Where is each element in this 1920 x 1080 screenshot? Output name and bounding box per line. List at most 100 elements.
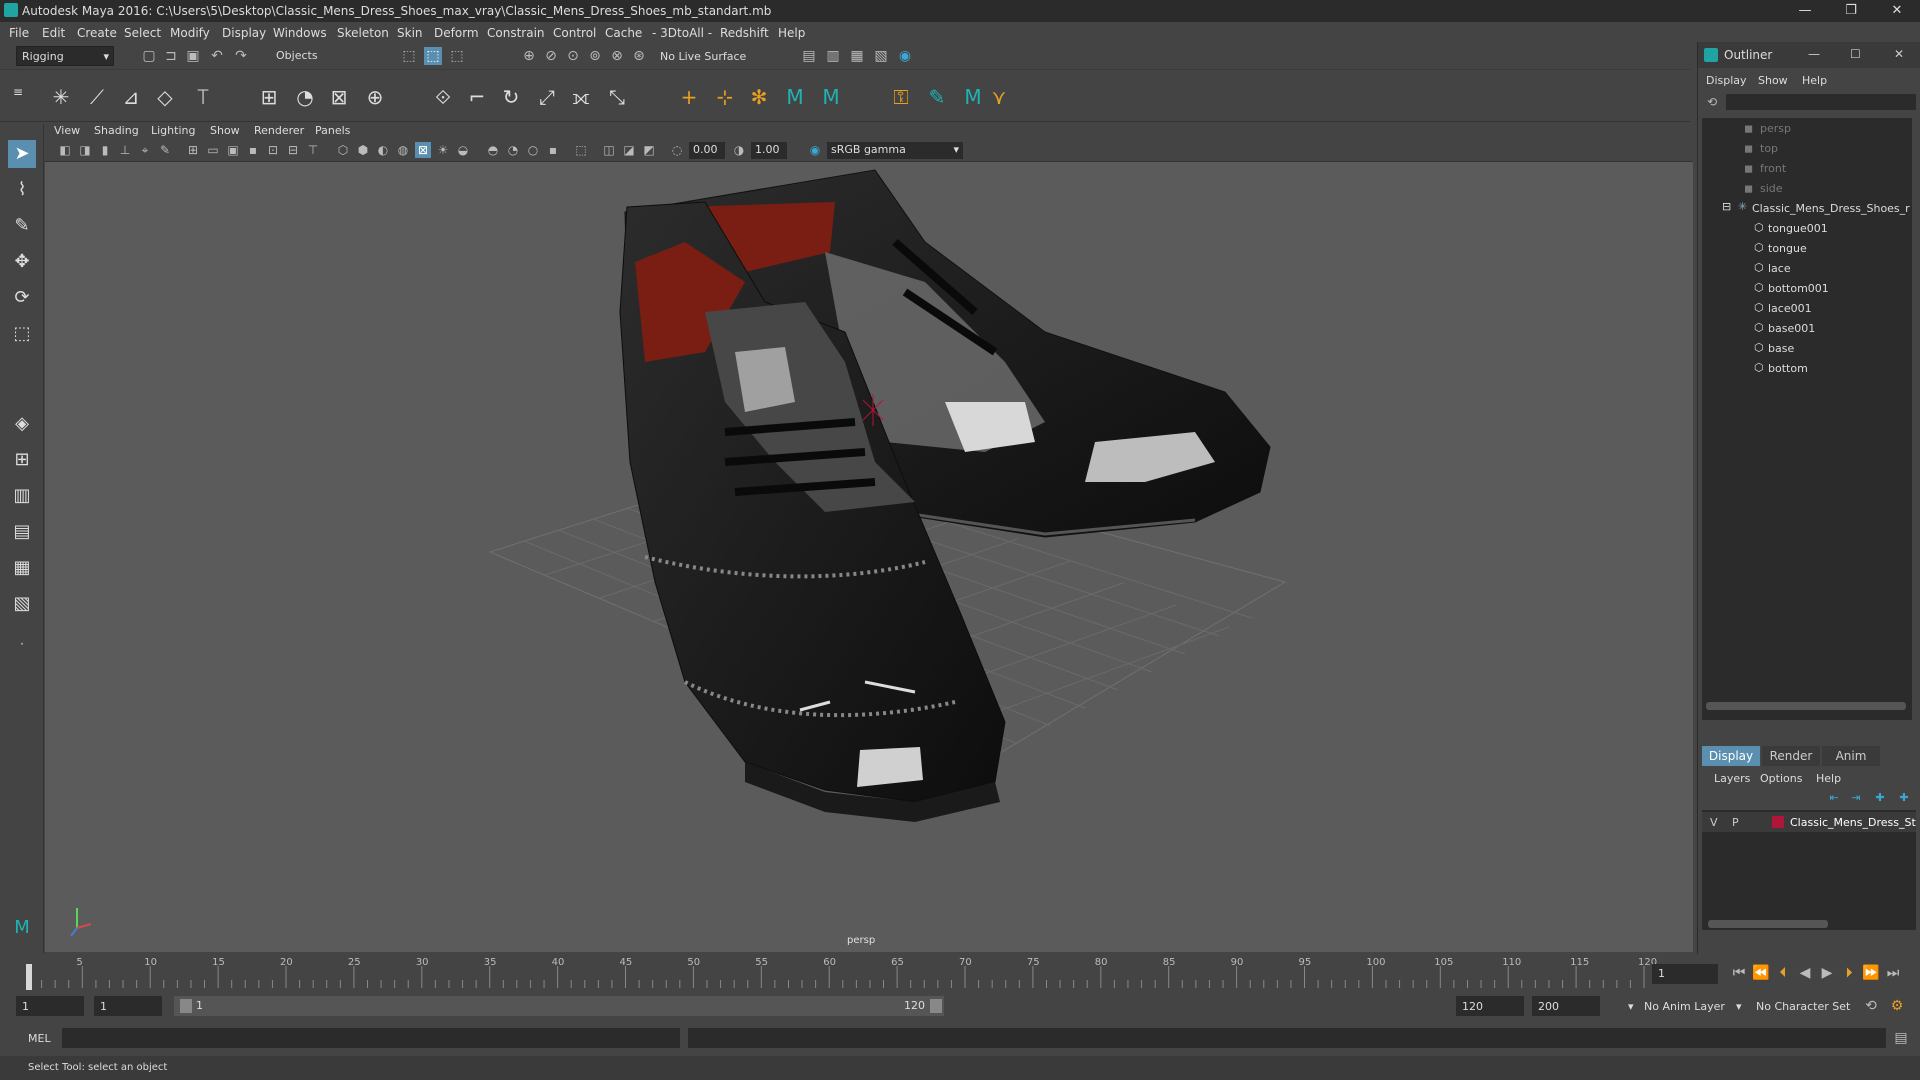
color-space-dropdown[interactable]: sRGB gamma ▾ — [827, 142, 963, 159]
exposure-icon[interactable]: ◌ — [669, 142, 685, 158]
step-forward-key-icon[interactable]: ⏩ — [1862, 964, 1880, 982]
menuset-dropdown[interactable]: Rigging ▾ — [16, 46, 114, 66]
layer-color-swatch[interactable] — [1772, 816, 1784, 828]
exposure-field[interactable]: 0.00 — [689, 142, 725, 159]
resolution-gate-icon[interactable]: ▣ — [225, 142, 241, 158]
snap-surface-icon[interactable]: ⊗ — [608, 47, 626, 65]
outliner-item-top[interactable]: ◼ top — [1702, 138, 1912, 158]
layer-menu-options[interactable]: Options — [1760, 772, 1802, 785]
step-back-frame-icon[interactable]: ⏴ — [1774, 964, 1792, 982]
xray-joints-icon[interactable]: ◪ — [621, 142, 637, 158]
textured-icon[interactable]: ⊠ — [415, 142, 431, 158]
paint-effects-icon[interactable]: ✎ — [924, 84, 950, 110]
current-time-marker[interactable] — [26, 964, 32, 990]
undo-icon[interactable]: ↶ — [208, 47, 226, 65]
save-scene-icon[interactable]: ▣ — [184, 47, 202, 65]
menu-windows[interactable]: Windows — [273, 26, 327, 40]
parent-constraint-icon[interactable]: ⟗ — [568, 84, 594, 110]
menu-3dtoall[interactable]: - 3DtoAll - — [652, 26, 712, 40]
outliner-maximize-button[interactable]: ☐ — [1850, 47, 1861, 61]
layer-playback-toggle[interactable]: P — [1732, 816, 1739, 829]
menu-edit[interactable]: Edit — [42, 26, 65, 40]
film-gate-icon[interactable]: ▭ — [205, 142, 221, 158]
screen-space-ao-icon[interactable]: ◓ — [485, 142, 501, 158]
render-current-frame-icon[interactable]: ▤ — [800, 47, 818, 65]
four-view-layout-icon[interactable]: ⊞ — [8, 446, 36, 474]
set-key-icon[interactable]: ⚿ — [888, 84, 914, 110]
outliner-item-side[interactable]: ◼ side — [1702, 178, 1912, 198]
pole-vector-icon[interactable]: ⤡ — [604, 84, 630, 110]
xray-icon[interactable]: ◫ — [601, 142, 617, 158]
menu-select[interactable]: Select — [124, 26, 161, 40]
snap-curve-icon[interactable]: ⊘ — [542, 47, 560, 65]
menu-modify[interactable]: Modify — [170, 26, 210, 40]
outliner-item-bottom001[interactable]: ⬡ bottom001 — [1702, 278, 1912, 298]
render-globe-icon[interactable]: ◉ — [896, 47, 914, 65]
animation-preferences-icon[interactable]: ⚙ — [1888, 997, 1906, 1015]
snap-grid-icon[interactable]: ⊕ — [520, 47, 538, 65]
selection-mode-dropdown[interactable]: Objects — [276, 49, 376, 62]
move-tool-icon[interactable]: ✥ — [8, 248, 36, 276]
single-perspective-layout-icon[interactable]: ◈ — [8, 410, 36, 438]
field-chart-icon[interactable]: ⊡ — [265, 142, 281, 158]
move-layer-down-icon[interactable]: ⇥ — [1848, 790, 1864, 806]
hypershade-icon[interactable]: ▧ — [872, 47, 890, 65]
select-object-icon[interactable]: ⬚ — [424, 47, 442, 65]
layer-horizontal-scrollbar[interactable] — [1708, 920, 1828, 928]
outliner-item-lace[interactable]: ⬡ lace — [1702, 258, 1912, 278]
persp-outliner-layout-icon[interactable]: ▤ — [8, 518, 36, 546]
new-scene-icon[interactable]: ▢ — [140, 47, 158, 65]
persp-graph-layout-icon[interactable]: ▥ — [8, 482, 36, 510]
outliner-persp-layout-icon[interactable]: ▧ — [8, 590, 36, 618]
gamma-icon[interactable]: ◑ — [731, 142, 747, 158]
menu-constrain[interactable]: Constrain — [487, 26, 545, 40]
outliner-item-bottom[interactable]: ⬡ bottom — [1702, 358, 1912, 378]
maya-tool-icon[interactable]: M — [960, 84, 986, 110]
layer-menu-help[interactable]: Help — [1816, 772, 1841, 785]
locator-icon[interactable]: + — [676, 84, 702, 110]
outliner-item-tongue001[interactable]: ⬡ tongue001 — [1702, 218, 1912, 238]
grease-pencil-icon[interactable]: ✎ — [157, 142, 173, 158]
select-camera-icon[interactable]: ◧ — [57, 142, 73, 158]
tab-display[interactable]: Display — [1702, 746, 1760, 766]
menu-skin[interactable]: Skin — [397, 26, 423, 40]
orient-constraint-icon[interactable]: ↻ — [498, 84, 524, 110]
menu-control[interactable]: Control — [553, 26, 596, 40]
wireframe-on-shaded-icon[interactable]: ◐ — [375, 142, 391, 158]
humanik-icon[interactable]: ⊹ — [712, 84, 738, 110]
outliner-item-group[interactable]: ⊟ ✳ Classic_Mens_Dress_Shoes_r — [1702, 198, 1912, 218]
layer-row[interactable]: V P Classic_Mens_Dress_St — [1702, 812, 1916, 832]
safe-title-icon[interactable]: ⊤ — [305, 142, 321, 158]
minimize-button[interactable]: — — [1782, 0, 1828, 22]
xray-components-icon[interactable]: ◩ — [641, 142, 657, 158]
outliner-item-tongue[interactable]: ⬡ tongue — [1702, 238, 1912, 258]
paint-select-tool-icon[interactable]: ✎ — [8, 212, 36, 240]
menu-display[interactable]: Display — [222, 26, 266, 40]
gate-mask-icon[interactable]: ▪ — [245, 142, 261, 158]
panel-menu-lighting[interactable]: Lighting — [151, 124, 195, 137]
select-tool-icon[interactable]: ➤ — [8, 140, 36, 168]
shelf-menu-icon[interactable]: ≡ — [10, 84, 26, 100]
lattice-icon[interactable]: ⊠ — [326, 84, 352, 110]
maya-character-icon[interactable]: M — [782, 84, 808, 110]
bind-skin-icon[interactable]: ⊞ — [256, 84, 282, 110]
ipr-render-icon[interactable]: ▥ — [824, 47, 842, 65]
tab-anim[interactable]: Anim — [1822, 746, 1880, 766]
menu-create[interactable]: Create — [77, 26, 117, 40]
menu-skeleton[interactable]: Skeleton — [337, 26, 389, 40]
maya-control-icon[interactable]: M — [818, 84, 844, 110]
render-settings-icon[interactable]: ▦ — [848, 47, 866, 65]
grid-toggle-icon[interactable]: ⊞ — [185, 142, 201, 158]
outliner-menu-show[interactable]: Show — [1758, 74, 1788, 87]
two-d-pan-icon[interactable]: ⌖ — [137, 142, 153, 158]
range-start-handle[interactable] — [180, 999, 192, 1013]
panel-menu-shading[interactable]: Shading — [94, 124, 139, 137]
mirror-joint-icon[interactable]: ⟙ — [190, 84, 216, 110]
playback-end-field[interactable]: 120 — [1456, 996, 1524, 1016]
play-forward-icon[interactable]: ▶ — [1818, 964, 1836, 982]
layer-visibility-toggle[interactable]: V — [1710, 816, 1718, 829]
create-joint-icon[interactable]: ✳ — [48, 84, 74, 110]
paint-weights-icon[interactable]: ◔ — [292, 84, 318, 110]
shadows-icon[interactable]: ◒ — [455, 142, 471, 158]
play-backward-icon[interactable]: ◀ — [1796, 964, 1814, 982]
